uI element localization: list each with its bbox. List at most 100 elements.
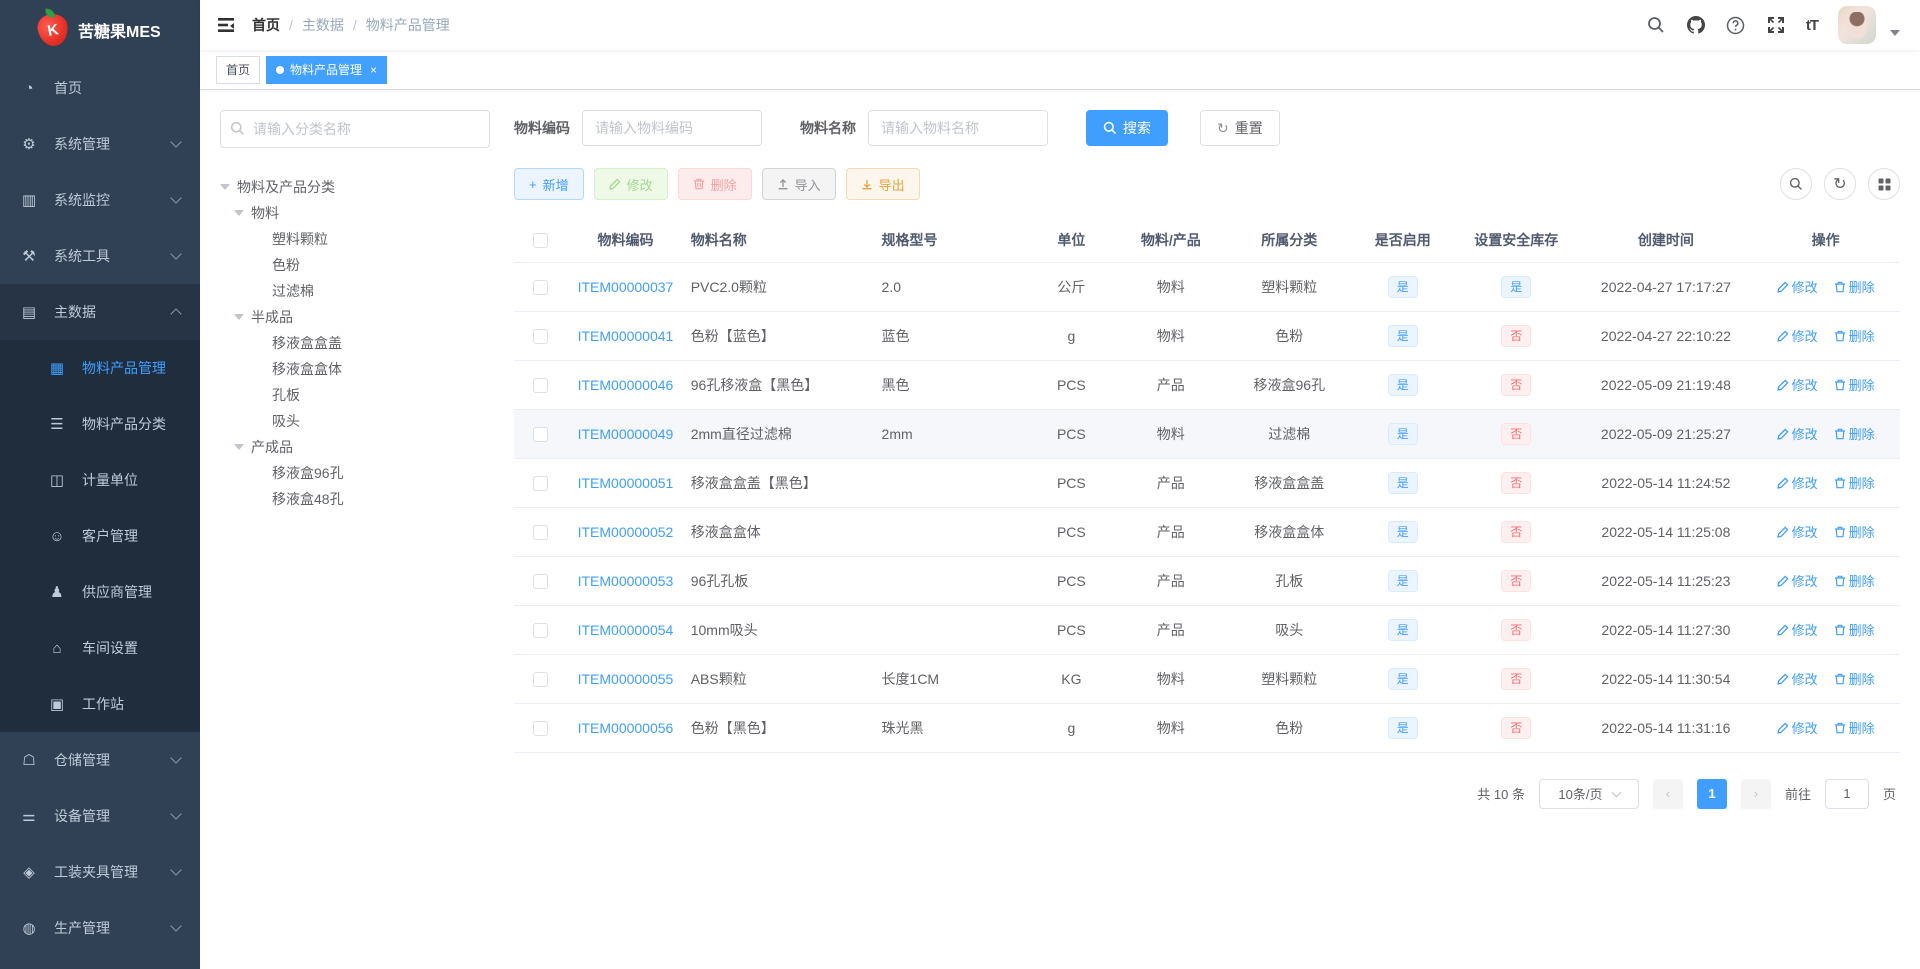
add-button[interactable]: + 新增 <box>514 168 584 200</box>
sidebar-item-warehouse-management[interactable]: ☖ 仓储管理 <box>0 732 200 788</box>
row-delete-link[interactable]: 删除 <box>1834 620 1875 639</box>
row-checkbox[interactable] <box>532 671 548 687</box>
row-edit-link[interactable]: 修改 <box>1776 375 1818 394</box>
sidebar-item-workshop-settings[interactable]: ⌂ 车间设置 <box>0 620 200 676</box>
tree-expand-icon[interactable] <box>234 210 244 216</box>
close-icon[interactable]: × <box>370 63 377 77</box>
refresh-table-button[interactable]: ↻ <box>1824 168 1856 200</box>
import-button[interactable]: 导入 <box>761 168 836 200</box>
row-delete-link[interactable]: 删除 <box>1834 424 1875 443</box>
sidebar-item-production-management[interactable]: ◍ 生产管理 <box>0 900 200 956</box>
material-code-link[interactable]: ITEM00000055 <box>578 671 674 687</box>
tree-node-leaf[interactable]: 移液盒96孔 <box>220 460 490 486</box>
sidebar-item-measurement-unit[interactable]: ◫ 计量单位 <box>0 452 200 508</box>
goto-page-input[interactable] <box>1824 778 1869 809</box>
delete-button[interactable]: 删除 <box>677 168 752 200</box>
row-delete-link[interactable]: 删除 <box>1834 326 1875 345</box>
sidebar-item-system-monitor[interactable]: ▥ 系统监控 <box>0 172 200 228</box>
tree-node-leaf[interactable]: 色粉 <box>220 252 490 278</box>
export-button[interactable]: 导出 <box>845 168 920 200</box>
avatar[interactable] <box>1838 6 1876 44</box>
sidebar-item-system-management[interactable]: ⚙ 系统管理 <box>0 116 200 172</box>
row-checkbox[interactable] <box>532 328 548 344</box>
tree-expand-icon[interactable] <box>234 444 244 450</box>
tree-node-leaf[interactable]: 过滤棉 <box>220 278 490 304</box>
row-checkbox[interactable] <box>532 524 548 540</box>
page-size-select[interactable]: 10条/页 <box>1538 778 1639 809</box>
sidebar-item-material-product-category[interactable]: ☰ 物料产品分类 <box>0 396 200 452</box>
row-edit-link[interactable]: 修改 <box>1776 522 1818 541</box>
tree-node-material[interactable]: 物料 <box>220 200 490 226</box>
sidebar-item-system-tools[interactable]: ⚒ 系统工具 <box>0 228 200 284</box>
search-icon[interactable] <box>1646 15 1666 35</box>
row-delete-link[interactable]: 删除 <box>1834 522 1875 541</box>
material-code-link[interactable]: ITEM00000056 <box>578 720 674 736</box>
sidebar-item-tooling-fixture-management[interactable]: ◈ 工装夹具管理 <box>0 844 200 900</box>
row-checkbox[interactable] <box>532 475 548 491</box>
help-icon[interactable] <box>1726 15 1746 35</box>
code-filter-input[interactable] <box>582 110 762 146</box>
github-icon[interactable] <box>1686 15 1706 35</box>
name-filter-input[interactable] <box>868 110 1048 146</box>
sidebar-toggle-icon[interactable] <box>216 15 236 35</box>
column-settings-button[interactable] <box>1868 168 1900 200</box>
tab-home[interactable]: 首页 <box>216 55 261 84</box>
row-edit-link[interactable]: 修改 <box>1776 718 1818 737</box>
row-checkbox[interactable] <box>532 377 548 393</box>
row-checkbox[interactable] <box>532 720 548 736</box>
select-all-checkbox[interactable] <box>532 233 548 249</box>
row-delete-link[interactable]: 删除 <box>1834 375 1875 394</box>
fullscreen-icon[interactable] <box>1766 15 1786 35</box>
font-size-icon[interactable]: tT <box>1806 17 1819 34</box>
breadcrumb-home[interactable]: 首页 <box>252 15 280 35</box>
row-delete-link[interactable]: 删除 <box>1834 571 1875 590</box>
sidebar-item-equipment-management[interactable]: ⚌ 设备管理 <box>0 788 200 844</box>
row-checkbox[interactable] <box>532 622 548 638</box>
sidebar-item-customer-management[interactable]: ☺ 客户管理 <box>0 508 200 564</box>
tab-material-product-management[interactable]: 物料产品管理 × <box>266 55 388 84</box>
row-checkbox[interactable] <box>532 279 548 295</box>
row-edit-link[interactable]: 修改 <box>1776 424 1818 443</box>
material-code-link[interactable]: ITEM00000049 <box>578 426 674 442</box>
row-edit-link[interactable]: 修改 <box>1776 620 1818 639</box>
sidebar-item-master-data[interactable]: ▤ 主数据 <box>0 284 200 340</box>
row-edit-link[interactable]: 修改 <box>1776 473 1818 492</box>
tree-node-semifinished[interactable]: 半成品 <box>220 304 490 330</box>
row-edit-link[interactable]: 修改 <box>1776 277 1818 296</box>
material-code-link[interactable]: ITEM00000054 <box>578 622 674 638</box>
tree-expand-icon[interactable] <box>234 314 244 320</box>
material-code-link[interactable]: ITEM00000041 <box>578 328 674 344</box>
tree-node-leaf[interactable]: 孔板 <box>220 382 490 408</box>
user-menu-caret-icon[interactable] <box>1890 30 1900 36</box>
tree-node-leaf[interactable]: 塑料颗粒 <box>220 226 490 252</box>
material-code-link[interactable]: ITEM00000051 <box>578 475 674 491</box>
sidebar-item-material-product-management[interactable]: ▦ 物料产品管理 <box>0 340 200 396</box>
tree-node-leaf[interactable]: 移液盒48孔 <box>220 486 490 512</box>
tree-node-leaf[interactable]: 移液盒盒盖 <box>220 330 490 356</box>
tree-expand-icon[interactable] <box>220 184 230 190</box>
row-edit-link[interactable]: 修改 <box>1776 669 1818 688</box>
row-edit-link[interactable]: 修改 <box>1776 571 1818 590</box>
material-code-link[interactable]: ITEM00000046 <box>578 377 674 393</box>
material-code-link[interactable]: ITEM00000052 <box>578 524 674 540</box>
row-delete-link[interactable]: 删除 <box>1834 718 1875 737</box>
row-delete-link[interactable]: 删除 <box>1834 277 1875 296</box>
show-search-toggle-button[interactable] <box>1780 168 1812 200</box>
tree-node-root[interactable]: 物料及产品分类 <box>220 174 490 200</box>
breadcrumb-master-data[interactable]: 主数据 <box>302 15 344 35</box>
sidebar-item-home[interactable]: ◔ 首页 <box>0 60 200 116</box>
row-checkbox[interactable] <box>532 573 548 589</box>
row-edit-link[interactable]: 修改 <box>1776 326 1818 345</box>
tree-node-leaf[interactable]: 移液盒盒体 <box>220 356 490 382</box>
category-search-input[interactable] <box>220 110 490 148</box>
sidebar-item-workstation[interactable]: ▣ 工作站 <box>0 676 200 732</box>
row-checkbox[interactable] <box>532 426 548 442</box>
page-number-button[interactable]: 1 <box>1696 778 1727 809</box>
next-page-button[interactable]: › <box>1740 778 1771 809</box>
material-code-link[interactable]: ITEM00000037 <box>578 279 674 295</box>
sidebar-item-supplier-management[interactable]: ♟ 供应商管理 <box>0 564 200 620</box>
row-delete-link[interactable]: 删除 <box>1834 473 1875 492</box>
tree-node-leaf[interactable]: 吸头 <box>220 408 490 434</box>
tree-node-finished[interactable]: 产成品 <box>220 434 490 460</box>
row-delete-link[interactable]: 删除 <box>1834 669 1875 688</box>
